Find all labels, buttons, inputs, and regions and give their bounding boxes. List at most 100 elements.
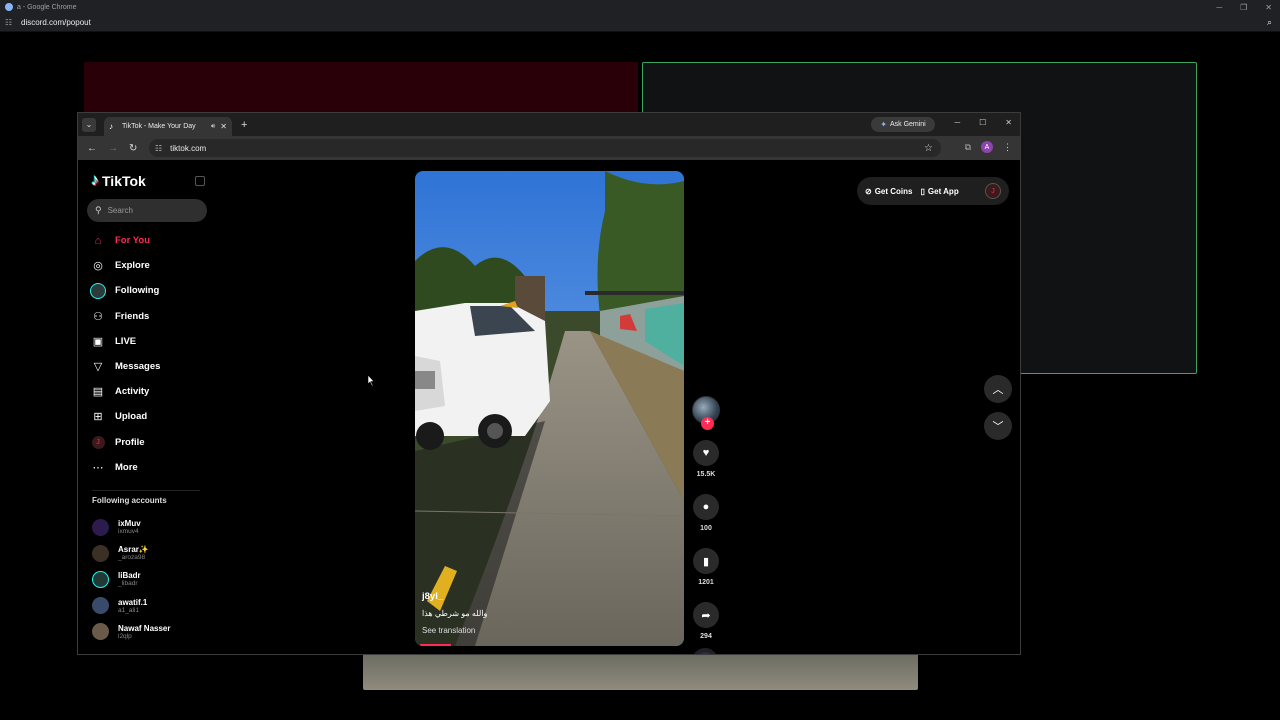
comment-button[interactable]: ● 100 — [692, 494, 720, 532]
collapse-sidebar-icon[interactable] — [195, 176, 205, 186]
video-caption: والله مو شرطي هذا — [422, 609, 488, 618]
avatar[interactable]: J — [985, 183, 1001, 199]
new-tab-icon[interactable]: + — [241, 119, 247, 131]
tiktok-page: ♪ TikTok ⚲ Search ⌂ For You ◎ Explore Fo… — [78, 160, 1020, 654]
avatar — [92, 597, 109, 615]
sidebar-item-messages[interactable]: ▽ Messages — [90, 354, 161, 379]
top-right-actions: ⊘ Get Coins ▯ Get App J — [857, 177, 1009, 205]
video-progress-bar[interactable] — [420, 644, 452, 646]
stream-tile-bottom[interactable] — [363, 652, 918, 690]
minimize-icon[interactable]: ─ — [954, 118, 960, 127]
tab-close-icon[interactable]: ✕ — [220, 122, 227, 131]
tab-tiktok[interactable]: ♪ TikTok - Make Your Day 🔊︎ ✕ — [104, 117, 232, 136]
minimize-icon[interactable]: ─ — [1216, 3, 1222, 12]
creator-avatar[interactable]: + — [692, 396, 720, 430]
outer-address-bar: ☷ discord.com/popout ⌕ — [0, 14, 1280, 32]
following-accounts-list: ixMuv ixmuv4 Asrar✨ _aroza98 liBadr _libadr… — [92, 514, 170, 645]
bookmark-star-icon[interactable]: ☆ — [924, 143, 933, 154]
list-item[interactable]: Asrar✨ _aroza98 — [92, 540, 170, 566]
browser-toolbar: ← → ↻ ☷ tiktok.com ☆ ⧉ A ⋮ — [78, 136, 1020, 160]
sidebar-item-friends[interactable]: ⚇ Friends — [90, 304, 160, 329]
sidebar-item-explore[interactable]: ◎ Explore — [90, 253, 160, 278]
get-coins-button[interactable]: ⊘ Get Coins — [865, 187, 912, 196]
sidebar-item-more[interactable]: ⋯ More — [90, 455, 160, 480]
list-item[interactable]: awatif.1 a1_ali1 — [92, 593, 170, 619]
back-icon[interactable]: ← — [87, 143, 99, 154]
zoom-icon[interactable]: ⌕ — [1267, 17, 1272, 28]
tiktok-favicon-icon: ♪ — [109, 121, 113, 131]
music-disc-icon[interactable] — [692, 648, 718, 654]
home-icon: ⌂ — [94, 234, 102, 247]
save-count: 1201 — [698, 579, 714, 586]
site-info-icon[interactable]: ☷ — [155, 144, 162, 153]
video-frame — [415, 171, 684, 646]
list-item[interactable]: liBadr _libadr — [92, 566, 170, 592]
phone-icon: ▯ — [920, 186, 925, 196]
gemini-spark-icon: ✦ — [880, 120, 887, 129]
profile-avatar[interactable]: A — [981, 141, 993, 153]
sidebar-item-for-you[interactable]: ⌂ For You — [90, 228, 160, 253]
sidebar-item-activity[interactable]: ▤ Activity — [90, 379, 160, 404]
follow-plus-icon[interactable]: + — [701, 417, 714, 430]
coin-icon: ⊘ — [865, 186, 872, 196]
share-button[interactable]: ➦ 294 — [692, 602, 720, 640]
sidebar-item-label: Activity — [115, 386, 150, 398]
previous-video-button[interactable]: ︿ — [984, 375, 1012, 403]
sidebar-item-label: Explore — [115, 260, 150, 272]
avatar — [92, 570, 109, 588]
sidebar-item-live[interactable]: ▣ LIVE — [90, 329, 160, 354]
account-handle: ixmuv4 — [118, 528, 139, 536]
tiktok-logo[interactable]: ♪ TikTok — [91, 172, 146, 190]
sidebar-item-label: Following — [115, 285, 160, 297]
sidebar-item-following[interactable]: Following — [90, 278, 160, 303]
sidebar-item-label: LIVE — [115, 335, 137, 347]
comment-icon: ● — [693, 494, 719, 520]
comment-count: 100 — [700, 525, 712, 532]
sidebar-item-profile[interactable]: J Profile — [90, 430, 160, 455]
address-bar[interactable]: ☷ tiktok.com ☆ — [149, 139, 941, 157]
share-count: 294 — [700, 633, 712, 640]
account-name: Nawaf Nasser — [118, 623, 171, 633]
tiktok-note-icon: ♪ — [91, 172, 99, 189]
sidebar-item-label: Friends — [115, 310, 150, 322]
ask-gemini-label: Ask Gemini — [889, 121, 926, 128]
avatar — [92, 623, 109, 641]
share-arrow-icon: ➦ — [693, 602, 719, 628]
compass-icon: ◎ — [93, 260, 103, 273]
sidebar-item-label: More — [115, 461, 138, 473]
restore-icon[interactable]: ❐ — [1240, 3, 1247, 12]
close-icon[interactable]: ✕ — [1005, 118, 1012, 127]
see-translation-link[interactable]: See translation — [422, 626, 475, 635]
close-icon[interactable]: ✕ — [1265, 3, 1272, 12]
maximize-icon[interactable]: ☐ — [979, 118, 986, 127]
tab-title: TikTok - Make Your Day — [122, 123, 196, 130]
chrome-menu-icon[interactable]: ⋮ — [1003, 142, 1012, 153]
profile-icon: J — [90, 434, 106, 450]
toolbar-right: ⧉ A ⋮ — [965, 141, 1012, 153]
list-item[interactable]: Nawaf Nasser l2qlp — [92, 619, 170, 645]
outer-title-bar: a - Google Chrome ─ ❐ ✕ — [0, 0, 1280, 14]
search-input[interactable]: ⚲ Search — [87, 199, 207, 222]
video-username[interactable]: j8yl_ — [422, 591, 443, 602]
sidebar-item-label: For You — [115, 235, 151, 247]
extensions-icon[interactable]: ⧉ — [965, 142, 971, 153]
account-handle: _libadr — [118, 580, 138, 588]
next-video-button[interactable]: ﹀ — [984, 412, 1012, 440]
site-settings-icon[interactable]: ☷ — [5, 18, 15, 28]
ask-gemini-button[interactable]: ✦ Ask Gemini — [871, 117, 935, 132]
get-app-button[interactable]: ▯ Get App — [920, 187, 958, 196]
video-player[interactable]: j8yl_ والله مو شرطي هذا See translation — [415, 171, 684, 646]
save-button[interactable]: ▮ 1201 — [692, 548, 720, 586]
outer-url[interactable]: discord.com/popout — [21, 18, 91, 27]
list-item[interactable]: ixMuv ixmuv4 — [92, 514, 170, 540]
video-actions: + ♥ 15.5K ● 100 ▮ 1201 ➦ 294 — [692, 396, 722, 654]
address-url[interactable]: tiktok.com — [170, 144, 206, 153]
chevron-down-icon: ﹀ — [992, 421, 1004, 433]
reload-icon[interactable]: ↻ — [129, 143, 141, 154]
forward-icon[interactable]: → — [108, 143, 120, 154]
sidebar-item-upload[interactable]: ⊞ Upload — [90, 404, 160, 429]
tab-search-icon[interactable]: ⌄ — [82, 117, 96, 132]
like-button[interactable]: ♥ 15.5K — [692, 440, 720, 478]
chrome-app-icon — [5, 3, 13, 11]
speaker-icon[interactable]: 🔊︎ — [211, 123, 215, 131]
